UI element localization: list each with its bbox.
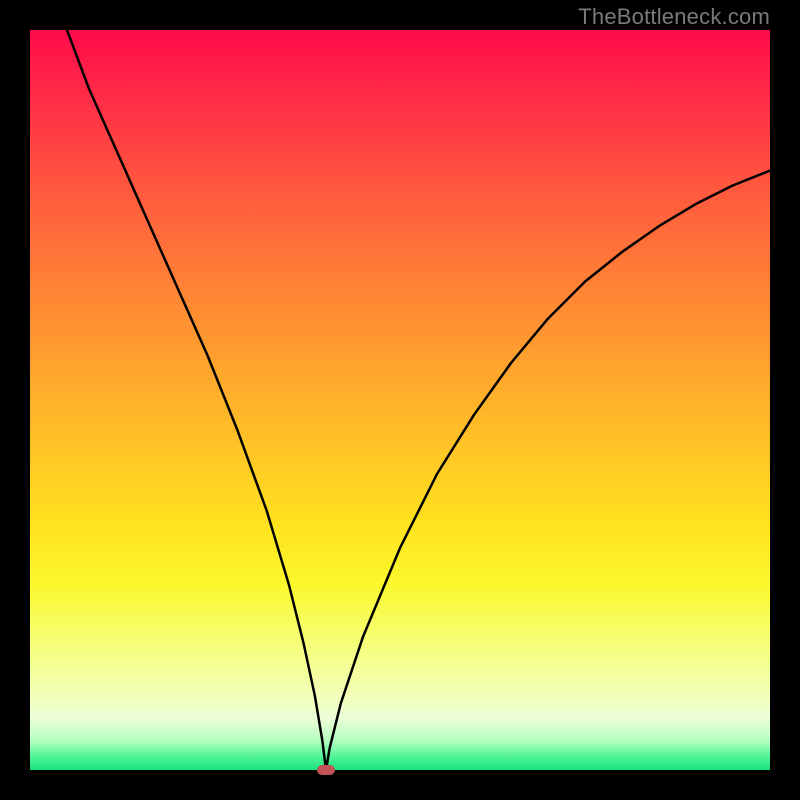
watermark-label: TheBottleneck.com [578, 4, 770, 30]
chart-frame: TheBottleneck.com [0, 0, 800, 800]
curve-svg [30, 30, 770, 770]
minimum-marker [317, 765, 335, 775]
plot-area [30, 30, 770, 770]
bottleneck-curve [67, 30, 770, 770]
